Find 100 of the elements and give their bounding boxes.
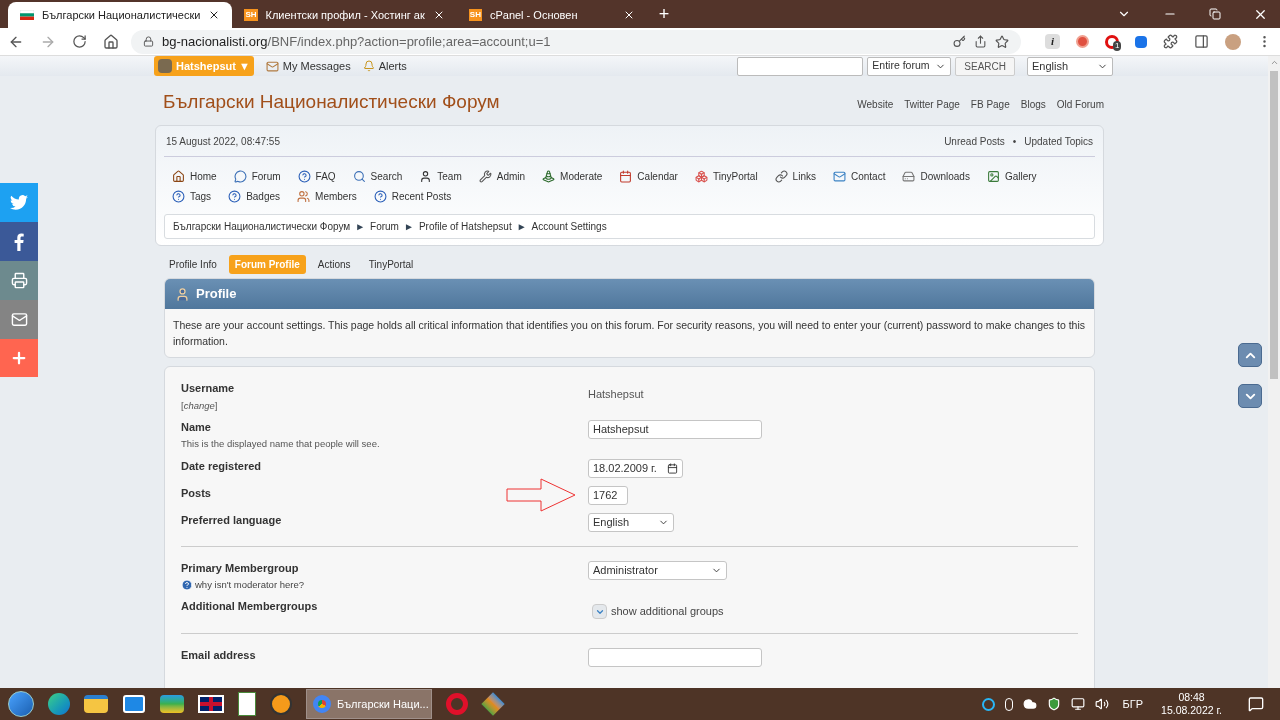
edge-icon[interactable] <box>48 693 70 715</box>
breadcrumb-link[interactable]: Български Националистически Форум <box>173 219 351 234</box>
eyedropper-icon[interactable] <box>1135 35 1147 48</box>
header-link[interactable]: Twitter Page <box>904 97 960 112</box>
header-link[interactable]: Blogs <box>1020 97 1046 112</box>
menu-link[interactable]: Contact <box>850 168 886 184</box>
menu-link[interactable]: Tags <box>190 188 212 204</box>
network-icon[interactable] <box>1070 697 1085 711</box>
menu-link[interactable]: Team <box>437 168 462 184</box>
menu-link[interactable]: Search <box>370 168 403 184</box>
menu-link[interactable]: Moderate <box>560 168 603 184</box>
browser-tab[interactable]: SH cPanel - Основен <box>456 2 647 28</box>
folder-icon[interactable] <box>84 695 108 713</box>
input-language[interactable]: БГР <box>1122 695 1144 713</box>
breadcrumb-link[interactable]: Forum <box>370 219 399 234</box>
text-input[interactable]: Hatshepsut <box>588 419 762 439</box>
layers-icon[interactable] <box>160 695 184 713</box>
info-extension-button[interactable]: i <box>1045 34 1060 49</box>
extension-badge: 1 <box>1113 40 1122 51</box>
twitter-share-button[interactable] <box>0 183 38 222</box>
menu-link[interactable]: Home <box>190 168 217 184</box>
language-select[interactable]: English <box>588 512 674 532</box>
scroll-up-button[interactable] <box>1238 343 1262 367</box>
menu-link[interactable]: Calendar <box>637 168 678 184</box>
menu-link[interactable]: Admin <box>496 168 526 184</box>
profile-tab[interactable]: Actions <box>311 255 357 274</box>
header-link[interactable]: FB Page <box>970 97 1010 112</box>
messages-link[interactable]: My Messages <box>282 57 351 75</box>
email-share-button[interactable] <box>0 300 38 339</box>
cloud-icon[interactable] <box>1022 697 1037 711</box>
speech-bubble-icon <box>233 169 247 183</box>
date-input[interactable]: 18.02.2009 г. <box>588 458 683 478</box>
expand-button[interactable] <box>592 604 607 619</box>
breadcrumb-separator: ► <box>516 220 527 234</box>
language-select[interactable]: English <box>1027 56 1113 76</box>
search-field[interactable] <box>737 56 864 76</box>
person-icon <box>419 169 433 183</box>
scrollbar-thumb[interactable] <box>1270 71 1278 379</box>
menu-link[interactable]: FAQ <box>315 168 336 184</box>
header-link[interactable]: Old Forum <box>1056 97 1104 112</box>
facebook-share-button[interactable] <box>0 222 38 261</box>
home-icon[interactable] <box>103 33 119 50</box>
mail-icon[interactable] <box>122 692 146 716</box>
menu-link[interactable]: TinyPortal <box>712 168 758 184</box>
number-input[interactable]: 1762 <box>588 485 628 505</box>
forum-title[interactable]: Български Националистически Форум <box>155 87 500 116</box>
menu-link[interactable]: Recent Posts <box>391 188 452 204</box>
unread-posts-link[interactable]: Unread Posts <box>944 133 1005 149</box>
menu-link[interactable]: Gallery <box>1004 168 1037 184</box>
menu-link[interactable]: Forum <box>251 168 281 184</box>
membergroup-select[interactable]: Administrator <box>588 560 727 580</box>
panel-description: These are your account settings. This page holds all critical information that identifies you on this forum. For security reasons, you will need to enter your (current) password to make changes to this information. <box>172 318 1086 349</box>
side-panel-icon[interactable] <box>1194 34 1209 49</box>
bell-icon <box>362 60 375 72</box>
field-note: [change] <box>181 398 219 413</box>
profile-tab[interactable]: TinyPortal <box>362 255 420 274</box>
breadcrumb-link[interactable]: Account Settings <box>531 219 607 234</box>
browser-tab[interactable]: SH Клиентски профил - Хостинг ак <box>232 2 457 28</box>
key-icon[interactable] <box>953 35 966 48</box>
notifications-icon[interactable] <box>1248 696 1264 712</box>
scroll-down-button[interactable] <box>1238 384 1262 408</box>
extensions-icon[interactable] <box>1163 34 1178 49</box>
breadcrumb-link[interactable]: Profile of Hatshepsut <box>418 219 512 234</box>
reload-icon[interactable] <box>72 34 87 49</box>
tray-icon[interactable] <box>981 697 995 711</box>
bookmark-icon[interactable] <box>995 34 1009 49</box>
browser-tab[interactable]: Български Националистически <box>8 2 233 28</box>
drive-icon <box>902 169 916 183</box>
updated-topics-link[interactable]: Updated Topics <box>1024 133 1093 149</box>
restore-icon[interactable] <box>1209 8 1221 20</box>
address-bar[interactable]: bg-nacionalisti.org/BNF/index.php?action=profile;area=account;u=1 <box>131 29 1021 54</box>
mail-icon <box>265 59 279 73</box>
extension-icon[interactable] <box>1076 35 1089 48</box>
search-scope-select[interactable]: Entire forum <box>867 56 952 76</box>
taskbar-app-button[interactable]: Български Наци... <box>306 689 432 719</box>
profile-tab[interactable]: Profile Info <box>163 255 223 274</box>
print-button[interactable] <box>0 261 38 300</box>
security-icon[interactable] <box>1046 697 1061 711</box>
menu-link[interactable]: Links <box>792 168 816 184</box>
menu-link[interactable]: Members <box>315 188 357 204</box>
extension-button[interactable]: 1 <box>1105 34 1119 49</box>
clock[interactable]: 08:48 15.08.2022 г. <box>1161 691 1222 717</box>
start-button[interactable] <box>8 691 34 717</box>
more-share-button[interactable] <box>0 339 38 377</box>
help-link[interactable]: why isn't moderator here? <box>195 578 304 593</box>
volume-icon[interactable] <box>1094 697 1109 711</box>
scrollbar[interactable] <box>1268 56 1280 688</box>
menu-link[interactable]: Badges <box>246 188 281 204</box>
alerts-link[interactable]: Alerts <box>378 57 407 75</box>
menu-link[interactable]: Downloads <box>920 168 970 184</box>
flag-icon[interactable] <box>198 695 224 713</box>
share-icon[interactable] <box>974 35 987 48</box>
tab-favicon: SH <box>244 9 258 21</box>
expand-link[interactable]: show additional groups <box>611 603 724 620</box>
header-link[interactable]: Website <box>857 97 894 112</box>
notepad-icon[interactable] <box>238 692 256 716</box>
text-input[interactable] <box>588 647 762 667</box>
new-tab-button[interactable]: + <box>646 2 682 28</box>
app-icon[interactable] <box>270 693 292 715</box>
search-button[interactable]: SEARCH <box>955 56 1015 76</box>
